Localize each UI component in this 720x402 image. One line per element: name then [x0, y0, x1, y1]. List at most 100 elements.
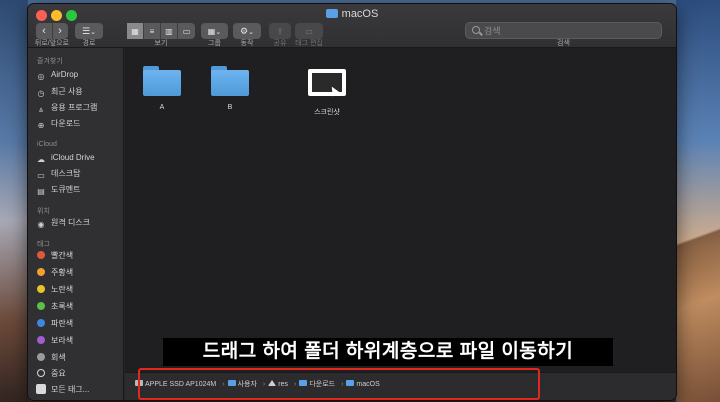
sidebar-item-label: 데스크탑 [51, 169, 81, 178]
tag-icon: ▭ [305, 27, 313, 36]
tutorial-caption: 드래그 하여 폴더 하위계층으로 파일 이동하기 [163, 338, 613, 366]
tags-icon [36, 384, 46, 394]
action-button[interactable]: ⚙⌄ [233, 23, 261, 39]
sidebar-item-tag-blue[interactable]: 파란색 [36, 317, 122, 331]
disc-icon: ◉ [37, 220, 45, 229]
favorites-header: 즐겨찾기 [37, 58, 63, 65]
desktop-dune [676, 150, 720, 402]
sidebar-item-tag-important[interactable]: 중요 [36, 367, 122, 381]
apps-icon: ⩓ [38, 105, 44, 114]
group-label: 그룹 [208, 40, 221, 47]
view-label: 보기 [154, 40, 168, 47]
finder-window: macOS ‹ › 뒤로/앞으로 ☰⌄ 경로 ▦ ≡ ▥ ▭ 보기 ▦⌄ 그룹 ⚙⌄ 동… [28, 4, 676, 400]
share-icon: ⇪ [276, 27, 284, 36]
path-highlight-box [138, 368, 540, 400]
sidebar-item-tag-gray[interactable]: 회색 [36, 351, 122, 365]
sidebar-item-downloads[interactable]: ⊕ 다운로드 [36, 117, 122, 131]
folder-b-label: B [227, 104, 233, 111]
sidebar-item-label: 최근 사용 [51, 87, 83, 96]
sidebar-item-label: 주황색 [51, 268, 74, 277]
tag-color-icon [37, 302, 45, 310]
chevron-right-icon: › [58, 25, 62, 37]
sidebar-item-remote-disc[interactable]: ◉ 원격 디스크 [36, 216, 122, 230]
sidebar-item-tag-red[interactable]: 빨간색 [36, 249, 122, 263]
sidebar-item-label: 파란색 [51, 319, 74, 328]
screenshot-file[interactable] [308, 69, 346, 96]
folder-a-label: A [159, 104, 165, 111]
sidebar-item-tag-green[interactable]: 초록색 [36, 300, 122, 314]
list-view-button[interactable]: ≡ [144, 23, 161, 39]
title-bar: macOS ‹ › 뒤로/앞으로 ☰⌄ 경로 ▦ ≡ ▥ ▭ 보기 ▦⌄ 그룹 ⚙⌄ 동… [28, 4, 676, 48]
chevron-down-icon: ⌄ [248, 29, 254, 36]
icloud-header: iCloud [37, 141, 57, 148]
tags-header: 태그 [37, 241, 50, 248]
sidebar-item-label: AirDrop [51, 70, 79, 79]
sidebar-item-label: 모든 태그... [51, 385, 90, 394]
path-label: 경로 [82, 40, 96, 47]
sidebar-item-icloud-drive[interactable]: ☁ iCloud Drive [36, 151, 122, 165]
tag-color-icon [37, 336, 45, 344]
file-browser-area: A B 스크린샷 [125, 48, 676, 372]
sidebar-item-tag-purple[interactable]: 보라색 [36, 334, 122, 348]
search-field[interactable] [465, 22, 662, 39]
tag-color-icon [37, 353, 45, 361]
sidebar-item-label: 응용 프로그램 [51, 103, 98, 112]
folder-a[interactable] [143, 66, 181, 96]
column-view-button[interactable]: ▥ [161, 23, 178, 39]
back-forward-label: 뒤로/앞으로 [34, 40, 70, 47]
gallery-icon: ▭ [182, 27, 191, 36]
folder-icon [325, 9, 338, 18]
chevron-down-icon: ⌄ [215, 29, 222, 36]
cloud-icon: ☁ [37, 155, 45, 164]
sidebar-item-label: 회색 [51, 353, 66, 362]
sidebar-item-label: iCloud Drive [51, 153, 95, 162]
list-icon: ≡ [149, 27, 155, 36]
grid-icon: ▦ [131, 27, 139, 36]
folder-b[interactable] [211, 66, 249, 96]
icon-view-button[interactable]: ▦ [127, 23, 144, 39]
sidebar-item-applications[interactable]: ⩓ 응용 프로그램 [36, 101, 122, 115]
back-forward-control: ‹ › [36, 23, 68, 39]
tag-color-icon [37, 319, 45, 327]
chevron-down-icon: ⌄ [90, 29, 96, 36]
folder-body [143, 70, 181, 96]
forward-button[interactable]: › [53, 23, 68, 39]
tag-outline-icon [37, 369, 45, 377]
sidebar-item-tag-orange[interactable]: 주황색 [36, 266, 122, 280]
screenshot-file-label: 스크린샷 [314, 109, 340, 116]
back-button[interactable]: ‹ [37, 23, 53, 39]
sidebar-item-label: 노란색 [51, 285, 74, 294]
sidebar-item-recents[interactable]: ◷ 최근 사용 [36, 85, 122, 99]
sidebar-item-airdrop[interactable]: ◎ AirDrop [36, 68, 122, 82]
search-label: 검색 [557, 40, 570, 47]
search-input[interactable] [484, 24, 654, 37]
sidebar-item-tag-yellow[interactable]: 노란색 [36, 283, 122, 297]
columns-icon: ▥ [165, 27, 173, 36]
share-label: 공유 [273, 40, 287, 47]
edit-tags-label: 태그 편집 [295, 40, 323, 47]
sidebar-item-label: 도큐멘트 [51, 185, 81, 194]
folder-body [211, 70, 249, 96]
sidebar-item-all-tags[interactable]: 모든 태그... [36, 383, 122, 397]
sidebar-item-label: 보라색 [51, 336, 74, 345]
action-label: 동작 [240, 40, 254, 47]
list-icon: ☰ [82, 26, 91, 36]
sidebar-item-desktop[interactable]: ▭ 데스크탑 [36, 167, 122, 181]
sidebar-item-label: 초록색 [51, 302, 74, 311]
airdrop-icon: ◎ [37, 72, 45, 81]
window-title: macOS [28, 8, 676, 20]
locations-header: 위치 [37, 208, 50, 215]
edit-tags-button[interactable]: ▭ [295, 23, 323, 39]
group-button[interactable]: ▦⌄ [201, 23, 228, 39]
share-button[interactable]: ⇪ [269, 23, 291, 39]
chevron-left-icon: ‹ [42, 25, 46, 37]
gear-icon: ⚙ [240, 26, 249, 36]
sidebar-item-documents[interactable]: ▤ 도큐멘트 [36, 183, 122, 197]
gallery-view-button[interactable]: ▭ [178, 23, 195, 39]
path-button[interactable]: ☰⌄ [75, 23, 103, 39]
sidebar-item-label: 빨간색 [51, 251, 74, 260]
document-icon: ▤ [37, 187, 45, 196]
view-mode-control: ▦ ≡ ▥ ▭ [127, 23, 195, 39]
search-icon [472, 26, 480, 34]
window-title-text: macOS [341, 8, 379, 20]
